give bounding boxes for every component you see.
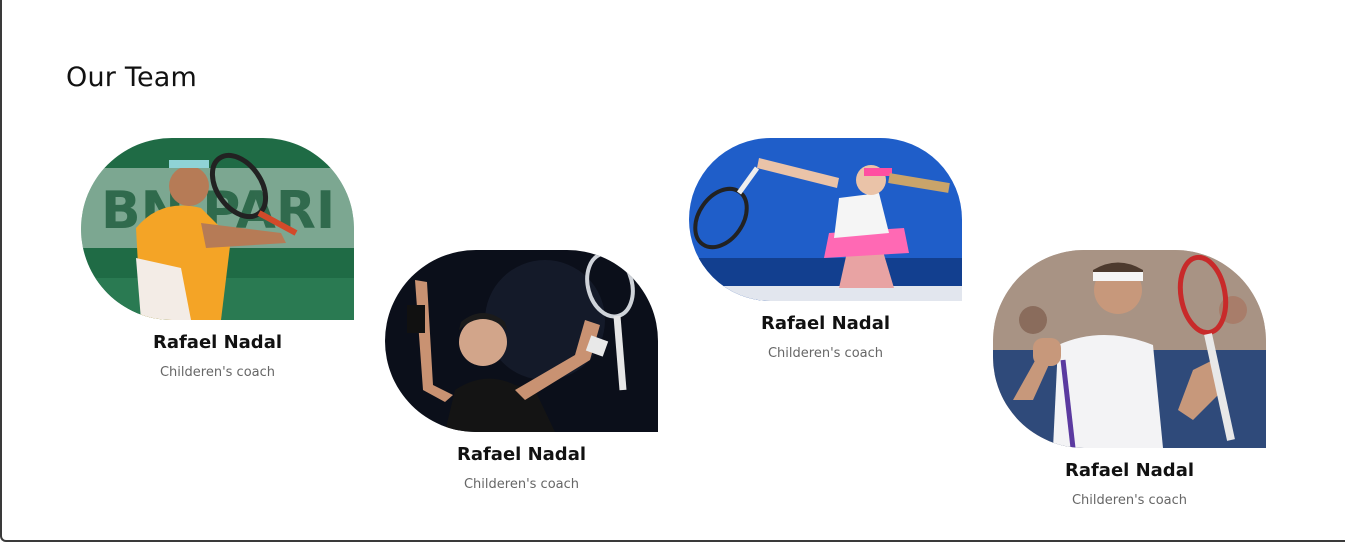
member-name: Rafael Nadal	[760, 313, 891, 334]
member-name: Rafael Nadal	[152, 332, 283, 353]
team-member-photo: BN PARI	[81, 138, 354, 320]
team-member-photo	[689, 138, 962, 301]
member-role: Childeren's coach	[1071, 493, 1188, 508]
member-role: Childeren's coach	[463, 477, 580, 492]
team-card[interactable]: BN PARI Rafael Nadal Childeren's coach	[81, 138, 354, 380]
team-card[interactable]: Rafael Nadal Childeren's coach	[993, 250, 1266, 508]
team-member-photo	[993, 250, 1266, 448]
member-role: Childeren's coach	[159, 365, 276, 380]
member-name: Rafael Nadal	[1064, 460, 1195, 481]
team-card[interactable]: Rafael Nadal Childeren's coach	[689, 138, 962, 361]
team-card[interactable]: Rafael Nadal Childeren's coach	[385, 250, 658, 492]
team-member-photo	[385, 250, 658, 432]
section-title: Our Team	[66, 62, 198, 93]
member-role: Childeren's coach	[767, 346, 884, 361]
member-name: Rafael Nadal	[456, 444, 587, 465]
